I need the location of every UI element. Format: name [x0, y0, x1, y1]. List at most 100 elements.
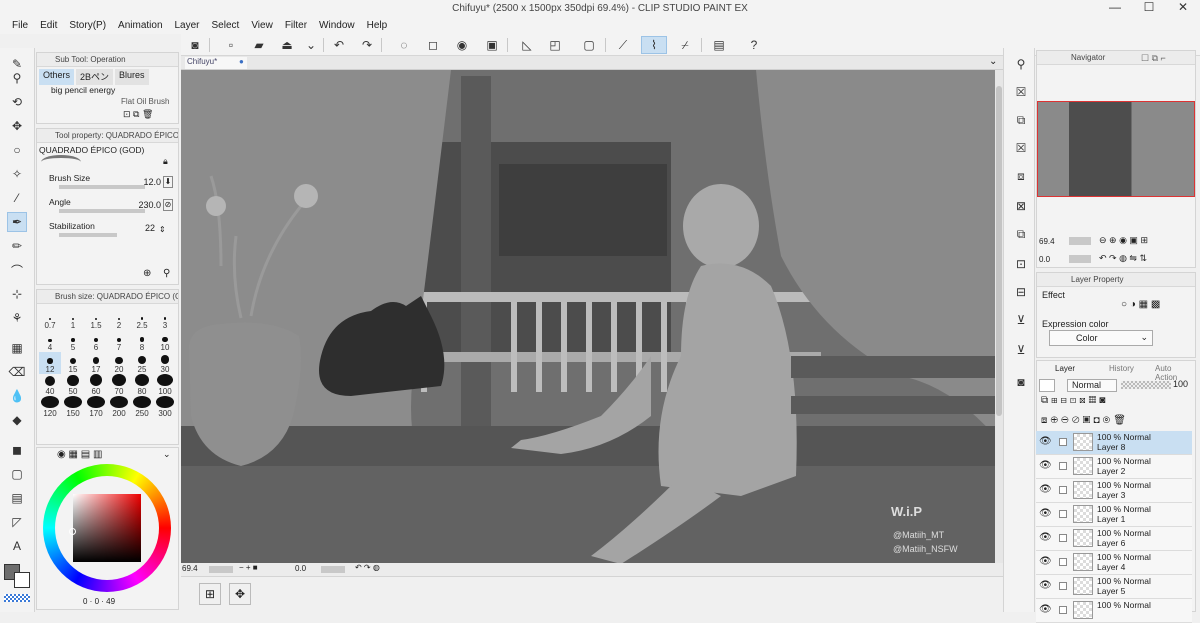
brush-size-cell[interactable]: 60	[85, 374, 107, 396]
effect-icons[interactable]: ○ ◑ ▦ ▩	[1121, 299, 1160, 310]
layer-checkbox[interactable]	[1059, 462, 1067, 470]
angle-value[interactable]: 230.0	[125, 200, 161, 210]
layer-row[interactable]: 👁︎ 100 % Normal	[1036, 599, 1192, 623]
brush-size-cell[interactable]: 170	[85, 396, 107, 418]
frame-icon[interactable]: ▤	[7, 488, 27, 508]
layer-row[interactable]: 👁︎ 100 % Normal Layer 1	[1036, 503, 1192, 527]
flatten-icon[interactable]: ⊟	[1010, 282, 1032, 302]
navigator-zoom-slider[interactable]	[1069, 237, 1091, 245]
brush-size-cell[interactable]: 2	[108, 308, 130, 330]
expression-color-select[interactable]: Color ⌄	[1049, 330, 1153, 346]
invert-selection-icon[interactable]: ▢	[579, 36, 599, 54]
new-file-icon[interactable]: ▫	[221, 36, 241, 54]
navigator-rotate[interactable]: 0.0	[1039, 255, 1050, 264]
brush-size-cell[interactable]: 5	[62, 330, 84, 352]
export-icon[interactable]: ⊻	[1010, 310, 1032, 330]
ruler-icon[interactable]: ◸	[7, 512, 27, 532]
eye-icon[interactable]: 👁︎	[1039, 556, 1052, 567]
sub-tool-item[interactable]: Flat Oil Brush	[121, 97, 169, 105]
wrench-icon[interactable]: ⚲	[163, 268, 170, 279]
opacity-slider[interactable]	[1121, 381, 1171, 389]
navigator-rotate-slider[interactable]	[1069, 255, 1091, 263]
menu-layer[interactable]: Layer	[169, 18, 206, 34]
layer-row[interactable]: 👁︎ 100 % Normal Layer 6	[1036, 527, 1192, 551]
layer-checkbox[interactable]	[1059, 558, 1067, 566]
navigator-preview[interactable]	[1037, 101, 1195, 197]
brush-size-dropdown-icon[interactable]: ⬇	[163, 176, 173, 188]
brush-size-cell[interactable]: 200	[108, 396, 130, 418]
layer-transfer-icon[interactable]: ⧈	[1010, 166, 1032, 186]
tab-others[interactable]: Others	[39, 69, 75, 85]
tab-layer[interactable]: Layer	[1055, 364, 1075, 373]
brush-size-cell[interactable]: 7	[108, 330, 130, 352]
brush-size-cell[interactable]: 50	[62, 374, 84, 396]
menu-edit[interactable]: Edit	[34, 18, 63, 34]
snap-ruler-icon[interactable]: ⟋	[613, 36, 633, 54]
brush-size-cell[interactable]: 80	[131, 374, 153, 396]
zoom-buttons-icon[interactable]: ⊖ ⊕ ◉ ▣ ⊞	[1099, 235, 1148, 246]
snap-grid-icon[interactable]: ⌿	[675, 36, 695, 54]
layer-checkbox[interactable]	[1059, 534, 1067, 542]
fill-bucket-icon[interactable]: ◆	[7, 410, 27, 430]
brush-size-cell[interactable]: 12	[39, 352, 61, 374]
lock-icon[interactable]: 🔒︎	[163, 156, 168, 167]
airbrush-icon[interactable]: ⊹	[7, 284, 27, 304]
brush-size-cell[interactable]: 100	[154, 374, 176, 396]
zoom-icon[interactable]: ⚲	[7, 68, 27, 88]
deselect-icon[interactable]: ◰	[545, 36, 565, 54]
brush-size-cell[interactable]: 4	[39, 330, 61, 352]
zoom-value[interactable]: 69.4	[182, 564, 198, 573]
duplicate-icon[interactable]: ⧉	[1010, 224, 1032, 244]
brush-size-cell[interactable]: 6	[85, 330, 107, 352]
reset-icon[interactable]: ⊕	[143, 268, 151, 279]
menu-file[interactable]: File	[6, 18, 34, 34]
panel-icons[interactable]: ☐ ⧉ ⌐	[1141, 53, 1166, 64]
layer-cross-icon[interactable]: ☒	[1010, 82, 1032, 102]
material-icon[interactable]: ✥	[229, 583, 251, 605]
stabilization-value[interactable]: 22	[133, 223, 155, 233]
brush-size-cell[interactable]: 30	[154, 352, 176, 374]
brush-icon[interactable]: ⌒	[7, 260, 27, 280]
figure-icon[interactable]: ▢	[7, 464, 27, 484]
chevron-down-icon[interactable]: ⌄	[163, 449, 171, 460]
minimize-button[interactable]: —	[1098, 0, 1132, 18]
menu-view[interactable]: View	[245, 18, 279, 34]
auto-select-icon[interactable]: ✧	[7, 164, 27, 184]
saturation-value-square[interactable]	[73, 494, 141, 562]
brush-size-cell[interactable]: 8	[131, 330, 153, 352]
brush-size-cell[interactable]: 120	[39, 396, 61, 418]
brush-size-cell[interactable]: 70	[108, 374, 130, 396]
layer-checkbox[interactable]	[1059, 606, 1067, 614]
decoration-icon[interactable]: ⚘	[7, 308, 27, 328]
close-button[interactable]: ✕	[1166, 0, 1200, 18]
eraser-icon[interactable]: ⌫	[7, 362, 27, 382]
brush-size-cell[interactable]: 2.5	[131, 308, 153, 330]
maximize-button[interactable]: ☐	[1132, 0, 1166, 18]
brush-size-cell[interactable]: 25	[131, 352, 153, 374]
brush-size-cell[interactable]: 150	[62, 396, 84, 418]
brush-size-cell[interactable]: 0.7	[39, 308, 61, 330]
eye-icon[interactable]: 👁︎	[1039, 460, 1052, 471]
tab-blures[interactable]: Blures	[115, 69, 149, 85]
clear-selection-icon[interactable]: ◌	[394, 36, 414, 54]
crop-icon[interactable]: ◺	[517, 36, 537, 54]
document-tab[interactable]: Chifuyu*	[185, 57, 247, 69]
menu-story[interactable]: Story(P)	[63, 18, 112, 34]
rotate-value[interactable]: 0.0	[295, 564, 306, 573]
layer-checkbox[interactable]	[1059, 582, 1067, 590]
color-wheel-icon[interactable]: ◉ ▦ ▤ ▥	[57, 449, 102, 460]
menu-filter[interactable]: Filter	[279, 18, 313, 34]
eye-icon[interactable]: 👁︎	[1039, 532, 1052, 543]
menu-window[interactable]: Window	[313, 18, 361, 34]
brush-size-cell[interactable]: 40	[39, 374, 61, 396]
layer-row[interactable]: 👁︎ 100 % Normal Layer 2	[1036, 455, 1192, 479]
layer-row[interactable]: 👁︎ 100 % Normal Layer 3	[1036, 479, 1192, 503]
eye-icon[interactable]: 👁︎	[1039, 508, 1052, 519]
stabilization-slider[interactable]	[59, 233, 117, 237]
brush-size-cell[interactable]: 15	[62, 352, 84, 374]
zoom-slider[interactable]	[209, 566, 233, 573]
pattern-icon[interactable]: ▦	[7, 338, 27, 358]
blend-mode-select[interactable]: Normal	[1067, 379, 1117, 392]
navigator-zoom[interactable]: 69.4	[1039, 237, 1055, 246]
layer-mask-icon[interactable]: ⊡	[1010, 254, 1032, 274]
